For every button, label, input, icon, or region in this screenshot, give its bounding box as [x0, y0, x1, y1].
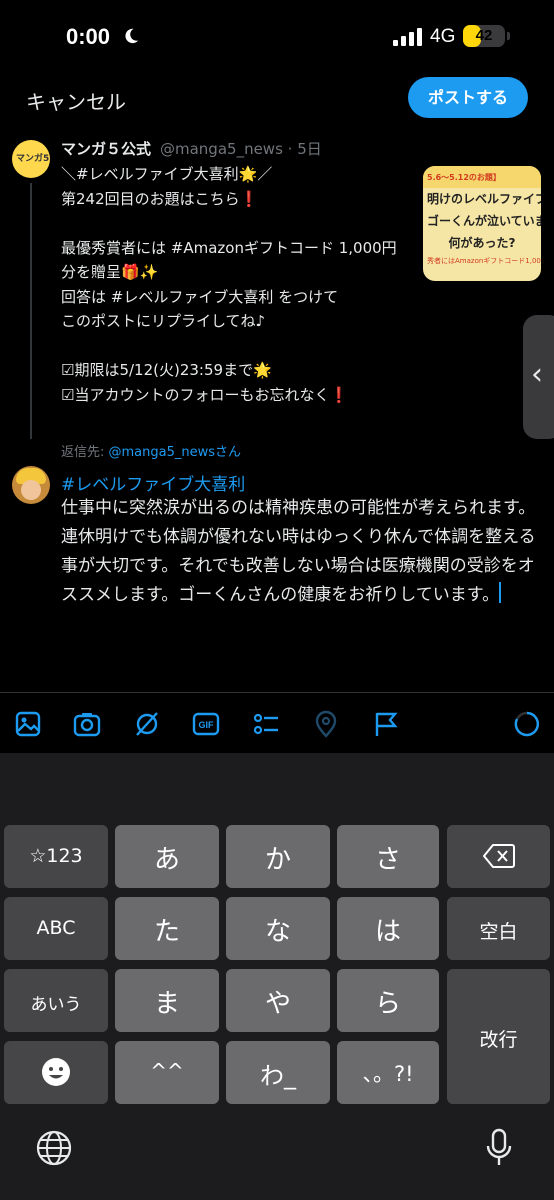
- image-icon[interactable]: [14, 710, 42, 738]
- user-avatar: [12, 466, 50, 504]
- thumbnail-text: 何があった?: [448, 236, 516, 250]
- key-label: あいう: [30, 995, 82, 1015]
- key-ta[interactable]: た: [115, 897, 219, 960]
- avatar-face: [21, 480, 41, 500]
- key-label: か: [264, 845, 291, 875]
- avatar-logo: マンガ5: [16, 154, 50, 164]
- key-ya[interactable]: や: [226, 969, 330, 1032]
- battery-cap: [507, 32, 510, 40]
- key-label: ABC: [36, 917, 76, 939]
- backspace-icon: [483, 844, 515, 868]
- key-label: や: [264, 989, 291, 1019]
- reply-to-label[interactable]: 返信先: @manga5_newsさん: [61, 441, 241, 460]
- space-key[interactable]: 空白: [447, 897, 550, 960]
- author-handle-time: @manga5_news · 5日: [160, 140, 322, 158]
- key-na[interactable]: な: [226, 897, 330, 960]
- key-label: 、。?!: [362, 1062, 414, 1086]
- globe-icon[interactable]: [36, 1130, 72, 1166]
- camera-icon[interactable]: [73, 710, 101, 738]
- reply-text-input[interactable]: 仕事中に突然涙が出るのは精神疾患の可能性が考えられます。連休明けでも体調が優れな…: [61, 494, 549, 610]
- poll-icon[interactable]: [252, 710, 280, 738]
- key-ma[interactable]: ま: [115, 969, 219, 1032]
- thread-line: [30, 183, 32, 439]
- keyboard: ☆123 あ か さ ABC た な は 空白 あいう ま や ら 改行 ^^ …: [0, 753, 554, 1200]
- reply-text: 仕事中に突然涙が出るのは精神疾患の可能性が考えられます。連休明けでも体調が優れな…: [61, 498, 536, 605]
- key-a[interactable]: あ: [115, 825, 219, 888]
- text-cursor: [499, 582, 502, 603]
- key-ha[interactable]: は: [337, 897, 439, 960]
- key-label: あ: [153, 845, 180, 875]
- key-label: た: [153, 917, 180, 947]
- key-label: 空白: [479, 921, 518, 943]
- key-label: 改行: [479, 1029, 518, 1051]
- key-label: ら: [374, 989, 401, 1019]
- toolbar-divider: [0, 692, 554, 693]
- key-label: は: [374, 917, 401, 947]
- progress-ring-icon: [514, 711, 540, 737]
- thumbnail-text: 明けのレベルファイブ: [427, 192, 541, 206]
- quoted-post-body: ＼#レベルファイブ大喜利🌟／ 第242回目のお題はこちら❗ 最優秀賞者には #A…: [61, 165, 397, 404]
- flag-icon[interactable]: [372, 710, 400, 738]
- post-image-thumbnail[interactable]: 5.6～5.12のお題】 明けのレベルファイブ ゴーくんが泣いていま 何があった…: [423, 166, 541, 281]
- author-name: マンガ５公式: [61, 140, 152, 158]
- emoji-key[interactable]: [4, 1041, 108, 1104]
- key-label: さ: [374, 845, 401, 875]
- reply-to-suffix: さん: [215, 445, 242, 460]
- author-avatar[interactable]: マンガ5: [12, 140, 50, 178]
- thumbnail-text: 秀者にはAmazonギフトコード1,000円を贈呈: [427, 257, 541, 265]
- key-label: ☆123: [29, 845, 83, 867]
- side-panel-handle[interactable]: ‹: [523, 315, 554, 439]
- key-sa[interactable]: さ: [337, 825, 439, 888]
- key-numbers[interactable]: ☆123: [4, 825, 108, 888]
- key-ka[interactable]: か: [226, 825, 330, 888]
- post-button[interactable]: ポストする: [408, 77, 528, 118]
- thumbnail-text: 5.6～5.12のお題】: [427, 173, 501, 182]
- gif-label: GIF: [199, 720, 215, 730]
- location-icon: [315, 710, 337, 738]
- network-type: 4G: [430, 26, 456, 47]
- key-abc[interactable]: ABC: [4, 897, 108, 960]
- key-label: ま: [153, 989, 180, 1019]
- key-kaomoji[interactable]: ^^: [115, 1041, 219, 1104]
- grok-icon[interactable]: [133, 710, 161, 738]
- battery-icon: 42: [463, 25, 505, 47]
- gif-icon[interactable]: GIF: [192, 710, 220, 738]
- battery-level: 42: [475, 27, 493, 44]
- reply-to-prefix: 返信先:: [61, 445, 109, 460]
- reply-hashtag[interactable]: #レベルファイブ大喜利: [61, 470, 245, 495]
- emoji-icon: [42, 1058, 70, 1086]
- thumbnail-text: ゴーくんが泣いていま: [427, 214, 541, 228]
- key-ra[interactable]: ら: [337, 969, 439, 1032]
- key-wa[interactable]: わ_: [226, 1041, 330, 1104]
- cancel-button[interactable]: キャンセル: [26, 86, 126, 115]
- microphone-icon[interactable]: [484, 1128, 514, 1168]
- reply-to-handle: @manga5_news: [108, 445, 216, 460]
- return-key[interactable]: 改行: [447, 969, 550, 1104]
- moon-icon: [125, 28, 139, 44]
- key-label: わ_: [260, 1062, 296, 1090]
- key-label: ^^: [150, 1059, 184, 1083]
- signal-icon: [393, 28, 422, 46]
- backspace-key[interactable]: [447, 825, 550, 888]
- status-time: 0:00: [66, 24, 111, 49]
- key-label: な: [264, 917, 291, 947]
- key-kana[interactable]: あいう: [4, 969, 108, 1032]
- key-punctuation[interactable]: 、。?!: [337, 1041, 439, 1104]
- chevron-left-icon: ‹: [531, 357, 543, 392]
